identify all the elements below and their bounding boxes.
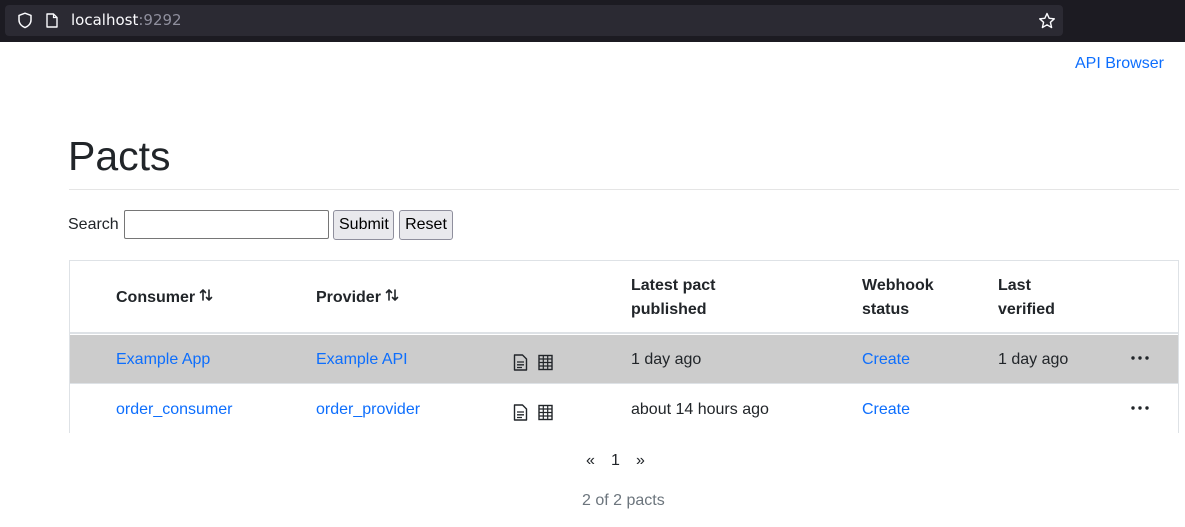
webhook-create-link[interactable]: Create — [862, 350, 910, 370]
column-webhook-status: Webhook status — [862, 274, 934, 322]
sort-icon[interactable] — [199, 288, 213, 302]
title-divider — [69, 189, 1179, 190]
url-host: localhost — [71, 11, 139, 29]
column-provider[interactable]: Provider — [316, 286, 399, 310]
column-verified-label-line2: verified — [998, 301, 1055, 318]
provider-link[interactable]: order_provider — [316, 400, 420, 420]
column-provider-label: Provider — [316, 289, 381, 306]
search-input[interactable] — [124, 210, 329, 239]
column-latest-label-line2: published — [631, 301, 707, 318]
url-bar[interactable]: localhost:9292 — [5, 5, 1063, 36]
bookmark-star-icon[interactable] — [1038, 12, 1056, 30]
page-icon — [46, 13, 58, 28]
url-port: :9292 — [138, 11, 182, 29]
column-last-verified: Last verified — [998, 274, 1055, 322]
pacts-table: Consumer Provider Latest pact published … — [69, 260, 1179, 434]
column-webhook-label-line1: Webhook — [862, 277, 934, 294]
sort-icon[interactable] — [385, 288, 399, 302]
document-icon[interactable] — [513, 404, 528, 421]
column-consumer[interactable]: Consumer — [116, 286, 213, 310]
shield-icon[interactable] — [17, 12, 33, 29]
url-text[interactable]: localhost:9292 — [71, 12, 182, 29]
column-verified-label-line1: Last — [998, 277, 1031, 294]
webhook-create-link[interactable]: Create — [862, 400, 910, 420]
consumer-link[interactable]: Example App — [116, 350, 210, 370]
matrix-icon[interactable] — [538, 404, 553, 421]
column-webhook-label-line2: status — [862, 301, 910, 318]
more-options-icon[interactable] — [1130, 348, 1150, 368]
column-consumer-label: Consumer — [116, 289, 196, 306]
table-row: order_consumer order_provider about 14 h… — [70, 385, 1178, 434]
document-icon[interactable] — [513, 354, 528, 371]
page-title: Pacts — [68, 133, 171, 179]
consumer-link[interactable]: order_consumer — [116, 400, 233, 420]
matrix-icon[interactable] — [538, 354, 553, 371]
column-latest-label-line1: Latest pact — [631, 277, 716, 294]
pagination-next[interactable]: » — [636, 452, 645, 470]
pagination-page-1[interactable]: 1 — [611, 452, 620, 470]
table-row: Example App Example API 1 day ago Create… — [70, 335, 1178, 384]
more-options-icon[interactable] — [1130, 398, 1150, 418]
last-verified: 1 day ago — [998, 351, 1069, 368]
latest-pact-published: about 14 hours ago — [631, 401, 769, 418]
browser-toolbar: localhost:9292 — [0, 0, 1185, 42]
reset-button[interactable]: Reset — [399, 210, 453, 240]
table-header: Consumer Provider Latest pact published … — [70, 261, 1178, 334]
pact-count: 2 of 2 pacts — [582, 492, 665, 509]
submit-button[interactable]: Submit — [333, 210, 394, 240]
pagination-prev[interactable]: « — [586, 452, 595, 470]
api-browser-link[interactable]: API Browser — [1075, 55, 1164, 73]
provider-link[interactable]: Example API — [316, 350, 408, 370]
column-latest-pact-published: Latest pact published — [631, 274, 715, 322]
search-label: Search — [68, 216, 119, 233]
latest-pact-published: 1 day ago — [631, 351, 702, 368]
